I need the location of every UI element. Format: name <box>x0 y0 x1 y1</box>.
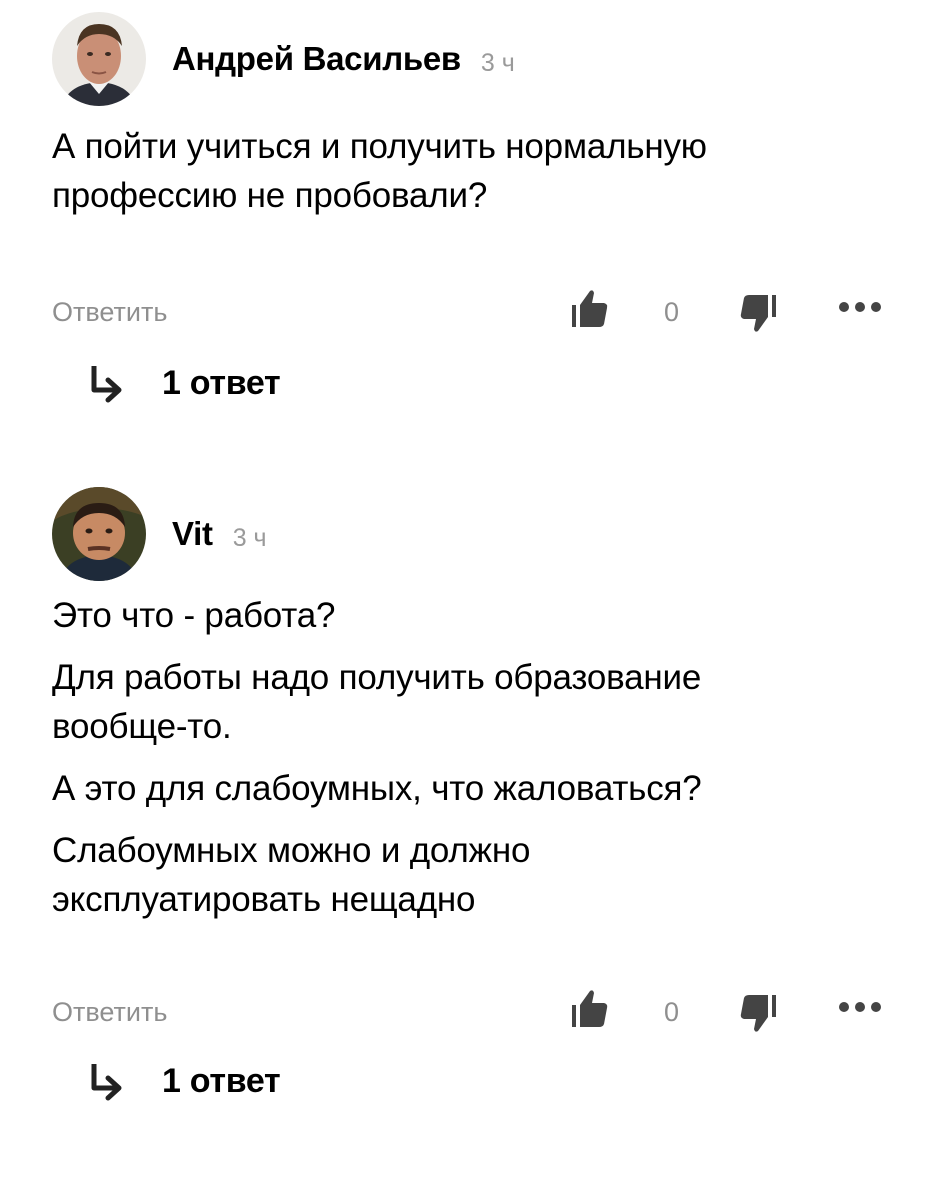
reply-button[interactable]: Ответить <box>52 297 167 328</box>
text-line: Слабоумных можно и должно <box>52 831 531 870</box>
text-line: А пойти учиться и получить нормальную <box>52 127 707 166</box>
text-line: профессию не пробовали? <box>52 176 488 215</box>
comment-text: А пойти учиться и получить нормальную пр… <box>52 122 892 220</box>
reply-arrow-icon <box>91 1064 122 1101</box>
comment-paragraph: А это для слабоумных, что жаловаться? <box>52 764 892 813</box>
comment-header: Vit 3 ч <box>52 487 892 581</box>
comment: Андрей Васильев 3 ч А пойти учиться и по… <box>52 12 892 416</box>
comment-paragraph: Это что - работа? <box>52 591 892 640</box>
thumbs-down-icon[interactable] <box>736 992 780 1036</box>
text-line: вообще-то. <box>52 707 232 746</box>
more-dots-icon[interactable] <box>837 999 883 1015</box>
reply-arrow-icon <box>91 366 122 403</box>
comment-paragraph: Слабоумных можно и должно эксплуатироват… <box>52 826 892 924</box>
comment-text: Это что - работа? Для работы надо получи… <box>52 591 892 924</box>
text-line: Это что - работа? <box>52 596 336 635</box>
avatar[interactable] <box>52 487 146 581</box>
replies-toggle[interactable]: 1 ответ <box>52 1058 892 1114</box>
comment-time: 3 ч <box>232 523 267 552</box>
author-name[interactable]: Андрей Васильев <box>172 40 461 78</box>
comment-actions: Ответить 0 <box>52 286 892 346</box>
thumbs-up-icon[interactable] <box>568 986 612 1030</box>
comment-paragraph: А пойти учиться и получить нормальную пр… <box>52 122 892 220</box>
thumbs-up-icon[interactable] <box>568 286 612 330</box>
text-line: Для работы надо получить образование <box>52 658 702 697</box>
avatar[interactable] <box>52 12 146 106</box>
comment: Vit 3 ч Это что - работа? Для работы над… <box>52 487 892 1114</box>
more-dots-icon[interactable] <box>837 299 883 315</box>
replies-count: 1 ответ <box>162 364 281 402</box>
text-line: А это для слабоумных, что жаловаться? <box>52 769 702 808</box>
comment-actions: Ответить 0 <box>52 986 892 1046</box>
replies-toggle[interactable]: 1 ответ <box>52 360 892 416</box>
replies-count: 1 ответ <box>162 1062 281 1100</box>
comment-paragraph: Для работы надо получить образование воо… <box>52 653 892 751</box>
text-line: эксплуатировать нещадно <box>52 880 476 919</box>
thumbs-down-icon[interactable] <box>736 292 780 336</box>
like-count: 0 <box>664 997 680 1027</box>
comment-time: 3 ч <box>480 48 515 77</box>
comment-header: Андрей Васильев 3 ч <box>52 12 892 106</box>
reply-button[interactable]: Ответить <box>52 997 167 1028</box>
like-count: 0 <box>664 297 680 327</box>
author-name[interactable]: Vit <box>172 515 213 553</box>
